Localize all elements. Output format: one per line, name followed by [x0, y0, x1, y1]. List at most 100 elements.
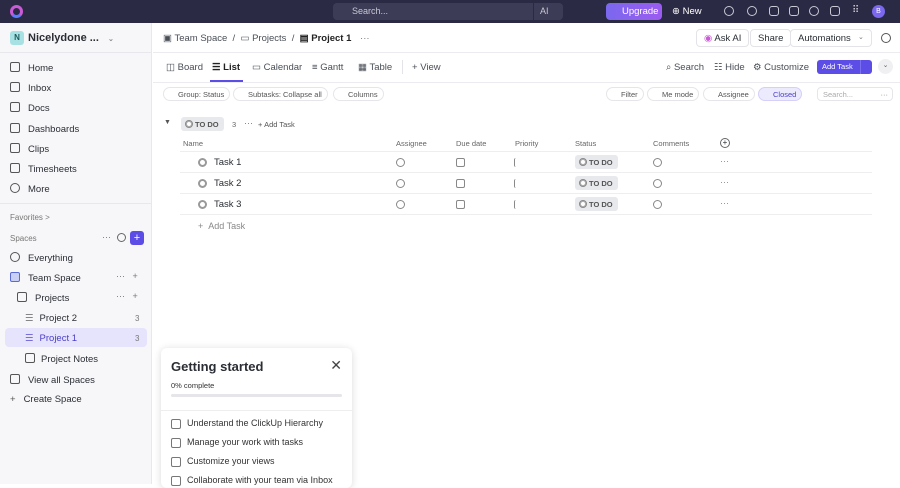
- status-badge[interactable]: TO DO: [575, 176, 618, 190]
- comment-icon[interactable]: [653, 158, 662, 167]
- close-icon[interactable]: ✕: [330, 357, 342, 374]
- add-task-row[interactable]: + Add Task: [198, 221, 245, 231]
- table-row[interactable]: Task 2 TO DO ···: [180, 173, 872, 194]
- task-name[interactable]: Task 1: [214, 157, 241, 168]
- group-status-chip[interactable]: Group: Status: [163, 87, 231, 101]
- status-dot-icon[interactable]: [198, 200, 207, 209]
- more-icon[interactable]: ···: [720, 177, 729, 187]
- add-task-button[interactable]: Add Task: [817, 60, 872, 74]
- add-assignee-icon[interactable]: [396, 158, 405, 167]
- sidebar-item-dashboards[interactable]: Dashboards: [10, 123, 79, 135]
- calendar-icon[interactable]: [456, 200, 465, 209]
- add-assignee-icon[interactable]: [396, 200, 405, 209]
- tab-gantt[interactable]: ≡ Gantt: [312, 62, 343, 73]
- share-button[interactable]: Share: [750, 29, 792, 47]
- column-comments[interactable]: Comments: [653, 139, 689, 148]
- sidebar-item-project-2[interactable]: ☰ Project 2: [25, 313, 77, 324]
- checklist-item-hierarchy[interactable]: Understand the ClickUp Hierarchy: [170, 418, 323, 429]
- column-name[interactable]: Name: [183, 139, 203, 148]
- sidebar-item-project-notes[interactable]: Project Notes: [25, 353, 98, 365]
- search-button[interactable]: ⌕ Search: [666, 62, 704, 73]
- tab-board[interactable]: ◫ Board: [166, 62, 203, 73]
- add-space-button[interactable]: +: [130, 231, 144, 245]
- more-icon[interactable]: ···: [360, 33, 370, 44]
- me-mode-chip[interactable]: Me mode: [647, 87, 700, 101]
- task-name[interactable]: Task 3: [214, 199, 241, 210]
- columns-chip[interactable]: Columns: [333, 87, 384, 101]
- sidebar-item-projects[interactable]: Projects: [17, 292, 69, 304]
- avatar[interactable]: B: [872, 5, 885, 18]
- comment-icon[interactable]: [653, 179, 662, 188]
- customize-button[interactable]: ⚙ Customize: [753, 62, 809, 73]
- group-add-task[interactable]: + Add Task: [258, 120, 295, 129]
- screen-icon[interactable]: [830, 6, 840, 16]
- sidebar-item-timesheets[interactable]: Timesheets: [10, 163, 77, 175]
- list-search-input[interactable]: Search... ···: [817, 87, 893, 101]
- sidebar-item-clips[interactable]: Clips: [10, 143, 49, 155]
- status-dot-icon[interactable]: [198, 158, 207, 167]
- status-badge[interactable]: TO DO: [575, 197, 618, 211]
- sidebar-item-more[interactable]: More: [10, 183, 50, 195]
- status-badge[interactable]: TO DO: [575, 155, 618, 169]
- sidebar-item-inbox[interactable]: Inbox: [10, 82, 51, 94]
- apps-grid-icon[interactable]: ⠿: [852, 5, 859, 16]
- create-space[interactable]: + Create Space: [10, 394, 82, 405]
- column-status[interactable]: Status: [575, 139, 596, 148]
- chevron-down-icon[interactable]: [860, 60, 872, 74]
- chevron-down-icon[interactable]: ⌄: [858, 33, 864, 41]
- collapse-group-icon[interactable]: ▼: [164, 119, 171, 126]
- video-icon[interactable]: [789, 6, 799, 16]
- tab-table[interactable]: ▦ Table: [358, 62, 392, 73]
- calendar-icon[interactable]: [456, 179, 465, 188]
- subtasks-chip[interactable]: Subtasks: Collapse all: [233, 87, 328, 101]
- sidebar-item-home[interactable]: Home: [10, 62, 53, 74]
- task-check-icon[interactable]: [724, 6, 734, 16]
- spaces-more-icon[interactable]: ···: [102, 232, 111, 242]
- table-row[interactable]: Task 1 TO DO ···: [180, 152, 872, 173]
- flag-icon[interactable]: [514, 158, 523, 167]
- column-priority[interactable]: Priority: [515, 139, 538, 148]
- upgrade-button[interactable]: Upgrade: [606, 3, 662, 20]
- alarm-icon[interactable]: [809, 6, 819, 16]
- more-icon[interactable]: ··· +: [116, 291, 138, 301]
- ai-button[interactable]: AI: [533, 3, 563, 20]
- column-assignee[interactable]: Assignee: [396, 139, 427, 148]
- sidebar-item-everything[interactable]: Everything: [10, 252, 73, 264]
- tab-list[interactable]: ☰ List: [212, 62, 240, 73]
- clickup-logo[interactable]: [10, 5, 23, 18]
- flag-icon[interactable]: [514, 200, 523, 209]
- chat-icon[interactable]: [881, 33, 891, 43]
- status-dot-icon[interactable]: [198, 179, 207, 188]
- closed-chip[interactable]: Closed: [758, 87, 803, 101]
- more-icon[interactable]: ···: [720, 156, 729, 166]
- checklist-item-tasks[interactable]: Manage your work with tasks: [170, 437, 303, 448]
- filter-chip[interactable]: Filter: [606, 87, 644, 101]
- sidebar-item-team-space[interactable]: Team Space: [10, 272, 81, 284]
- notepad-icon[interactable]: [769, 6, 779, 16]
- view-all-spaces[interactable]: View all Spaces: [10, 374, 95, 386]
- comment-icon[interactable]: [653, 200, 662, 209]
- add-view-button[interactable]: + View: [412, 62, 441, 73]
- global-search[interactable]: Search... AI: [333, 3, 563, 20]
- flag-icon[interactable]: [514, 179, 523, 188]
- sidebar-item-project-1[interactable]: ☰ Project 1: [25, 333, 77, 344]
- tab-calendar[interactable]: ▭ Calendar: [252, 62, 302, 73]
- breadcrumb-project-1[interactable]: ▤ Project 1: [300, 33, 352, 44]
- add-assignee-icon[interactable]: [396, 179, 405, 188]
- ask-ai-button[interactable]: ◉ Ask AI: [696, 29, 750, 47]
- new-button[interactable]: ⊕ New: [672, 6, 702, 17]
- breadcrumb-team-space[interactable]: ▣ Team Space: [163, 33, 227, 44]
- group-status-badge[interactable]: TO DO: [181, 117, 224, 131]
- collapse-toggle[interactable]: ⌄: [878, 59, 893, 74]
- sidebar-item-docs[interactable]: Docs: [10, 102, 50, 114]
- favorites-toggle[interactable]: Favorites >: [10, 213, 50, 222]
- workspace-switcher[interactable]: Nicelydone ... ⌄: [28, 32, 114, 44]
- hide-button[interactable]: ☷ Hide: [714, 62, 745, 73]
- calendar-icon[interactable]: [456, 158, 465, 167]
- more-icon[interactable]: ···: [720, 198, 729, 208]
- timer-icon[interactable]: [747, 6, 757, 16]
- column-due-date[interactable]: Due date: [456, 139, 486, 148]
- assignee-chip[interactable]: Assignee: [703, 87, 755, 101]
- task-name[interactable]: Task 2: [214, 178, 241, 189]
- add-column-icon[interactable]: +: [720, 138, 730, 148]
